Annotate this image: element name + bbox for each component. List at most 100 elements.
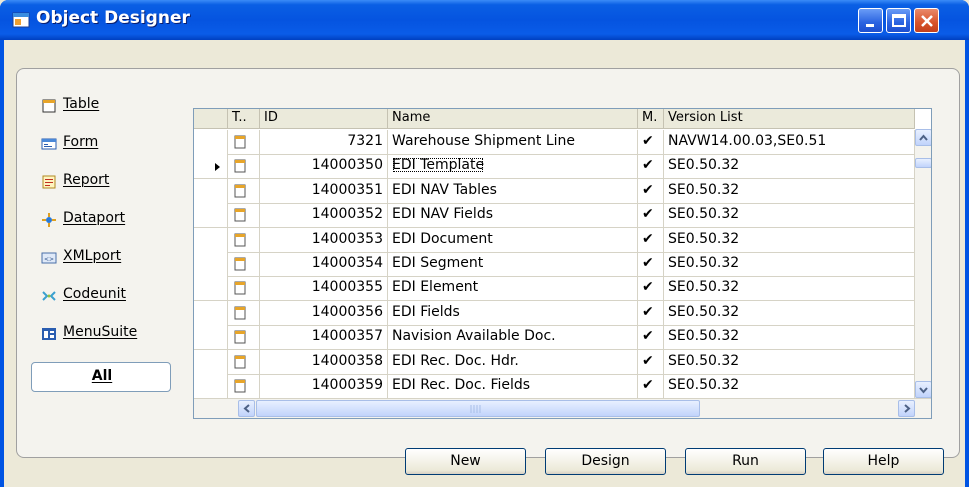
- new-button[interactable]: New: [405, 448, 526, 475]
- minimize-button[interactable]: [858, 8, 883, 33]
- table-row[interactable]: 14000350 EDI Template ✔ SE0.50.32: [194, 154, 915, 180]
- row-selector[interactable]: [194, 349, 228, 375]
- object-id-cell[interactable]: 14000355: [260, 276, 388, 302]
- object-type-cell[interactable]: [228, 178, 260, 204]
- modified-checkmark-cell[interactable]: ✔: [638, 178, 664, 204]
- object-type-menusuite[interactable]: MenuSuite: [31, 319, 171, 349]
- scroll-right-button[interactable]: [898, 400, 915, 417]
- object-name-cell[interactable]: EDI Segment: [388, 252, 638, 277]
- object-id-cell[interactable]: 14000357: [260, 325, 388, 351]
- row-selector[interactable]: [194, 178, 228, 204]
- column-header-name[interactable]: Name: [388, 109, 638, 129]
- scroll-thumb[interactable]: [915, 158, 931, 168]
- object-id-cell[interactable]: 14000350: [260, 154, 388, 180]
- version-list-cell[interactable]: NAVW14.00.03,SE0.51: [664, 130, 915, 155]
- row-selector[interactable]: [194, 325, 228, 351]
- modified-checkmark-cell[interactable]: ✔: [638, 203, 664, 229]
- table-row[interactable]: 14000359 EDI Rec. Doc. Fields ✔ SE0.50.32: [194, 374, 915, 399]
- table-row[interactable]: 14000357 Navision Available Doc. ✔ SE0.50.3…: [194, 325, 915, 351]
- object-type-cell[interactable]: [228, 252, 260, 277]
- table-row[interactable]: 14000358 EDI Rec. Doc. Hdr. ✔ SE0.50.32: [194, 349, 915, 375]
- horizontal-scrollbar[interactable]: [194, 398, 931, 418]
- version-list-cell[interactable]: SE0.50.32: [664, 252, 915, 277]
- object-name-cell[interactable]: EDI NAV Fields: [388, 203, 638, 229]
- modified-checkmark-cell[interactable]: ✔: [638, 154, 664, 180]
- version-list-cell[interactable]: SE0.50.32: [664, 227, 915, 253]
- row-selector[interactable]: [194, 130, 228, 155]
- object-name-cell[interactable]: Navision Available Doc.: [388, 325, 638, 351]
- table-row[interactable]: 14000352 EDI NAV Fields ✔ SE0.50.32: [194, 203, 915, 229]
- object-type-form[interactable]: Form: [31, 129, 171, 159]
- version-list-cell[interactable]: SE0.50.32: [664, 276, 915, 302]
- modified-checkmark-cell[interactable]: ✔: [638, 349, 664, 375]
- version-list-cell[interactable]: SE0.50.32: [664, 349, 915, 375]
- row-selector[interactable]: [194, 252, 228, 277]
- version-list-cell[interactable]: SE0.50.32: [664, 203, 915, 229]
- run-button[interactable]: Run: [685, 448, 806, 475]
- object-name-cell[interactable]: EDI Rec. Doc. Fields: [388, 374, 638, 399]
- object-id-cell[interactable]: 14000354: [260, 252, 388, 277]
- object-type-codeunit[interactable]: Codeunit: [31, 281, 171, 311]
- row-selector[interactable]: [194, 203, 228, 229]
- close-button[interactable]: [914, 8, 939, 33]
- column-header-version-list[interactable]: Version List: [664, 109, 915, 129]
- object-type-dataport[interactable]: Dataport: [31, 205, 171, 235]
- object-id-cell[interactable]: 14000358: [260, 349, 388, 375]
- object-type-report[interactable]: Report: [31, 167, 171, 197]
- table-row[interactable]: 14000355 EDI Element ✔ SE0.50.32: [194, 276, 915, 302]
- object-type-cell[interactable]: [228, 349, 260, 375]
- object-name-cell[interactable]: EDI NAV Tables: [388, 178, 638, 204]
- scroll-left-button[interactable]: [238, 400, 255, 417]
- version-list-cell[interactable]: SE0.50.32: [664, 374, 915, 399]
- object-id-cell[interactable]: 14000359: [260, 374, 388, 399]
- version-list-cell[interactable]: SE0.50.32: [664, 300, 915, 326]
- object-type-cell[interactable]: [228, 325, 260, 351]
- version-list-cell[interactable]: SE0.50.32: [664, 325, 915, 351]
- modified-checkmark-cell[interactable]: ✔: [638, 227, 664, 253]
- maximize-button[interactable]: [886, 8, 911, 33]
- object-name-cell[interactable]: EDI Template: [388, 154, 638, 180]
- design-button[interactable]: Design: [545, 448, 666, 475]
- object-type-table[interactable]: Table: [31, 91, 171, 121]
- row-selector[interactable]: [194, 154, 228, 180]
- object-id-cell[interactable]: 7321: [260, 130, 388, 155]
- object-type-cell[interactable]: [228, 374, 260, 399]
- version-list-cell[interactable]: SE0.50.32: [664, 178, 915, 204]
- object-type-cell[interactable]: [228, 154, 260, 180]
- modified-checkmark-cell[interactable]: ✔: [638, 252, 664, 277]
- row-selector[interactable]: [194, 276, 228, 302]
- object-type-cell[interactable]: [228, 300, 260, 326]
- object-type-cell[interactable]: [228, 276, 260, 302]
- column-header-id[interactable]: ID: [260, 109, 388, 129]
- column-header-type[interactable]: T..: [228, 109, 260, 129]
- object-name-cell[interactable]: Warehouse Shipment Line: [388, 130, 638, 155]
- scroll-up-button[interactable]: [915, 129, 931, 146]
- modified-checkmark-cell[interactable]: ✔: [638, 374, 664, 399]
- object-type-cell[interactable]: [228, 203, 260, 229]
- table-row[interactable]: 7321 Warehouse Shipment Line ✔ NAVW14.00.03…: [194, 130, 915, 155]
- row-selector[interactable]: [194, 227, 228, 253]
- table-row[interactable]: 14000351 EDI NAV Tables ✔ SE0.50.32: [194, 178, 915, 204]
- row-selector[interactable]: [194, 300, 228, 326]
- scroll-down-button[interactable]: [915, 381, 931, 398]
- object-id-cell[interactable]: 14000352: [260, 203, 388, 229]
- object-id-cell[interactable]: 14000351: [260, 178, 388, 204]
- title-bar[interactable]: Object Designer: [0, 0, 969, 40]
- object-name-cell[interactable]: EDI Rec. Doc. Hdr.: [388, 349, 638, 375]
- modified-checkmark-cell[interactable]: ✔: [638, 276, 664, 302]
- object-name-cell[interactable]: EDI Document: [388, 227, 638, 253]
- row-selector[interactable]: [194, 374, 228, 399]
- version-list-cell[interactable]: SE0.50.32: [664, 154, 915, 180]
- modified-checkmark-cell[interactable]: ✔: [638, 325, 664, 351]
- column-header-modified[interactable]: M.: [638, 109, 664, 129]
- modified-checkmark-cell[interactable]: ✔: [638, 300, 664, 326]
- object-id-cell[interactable]: 14000353: [260, 227, 388, 253]
- vertical-scrollbar[interactable]: [915, 129, 931, 398]
- table-row[interactable]: 14000353 EDI Document ✔ SE0.50.32: [194, 227, 915, 253]
- object-grid[interactable]: T.. ID Name M. Version List 7321 Warehous…: [193, 108, 932, 419]
- table-row[interactable]: 14000356 EDI Fields ✔ SE0.50.32: [194, 300, 915, 326]
- object-type-all-button[interactable]: All: [31, 362, 171, 392]
- object-type-cell[interactable]: [228, 130, 260, 155]
- help-button[interactable]: Help: [823, 448, 944, 475]
- object-type-xmlport[interactable]: <> XMLport: [31, 243, 171, 273]
